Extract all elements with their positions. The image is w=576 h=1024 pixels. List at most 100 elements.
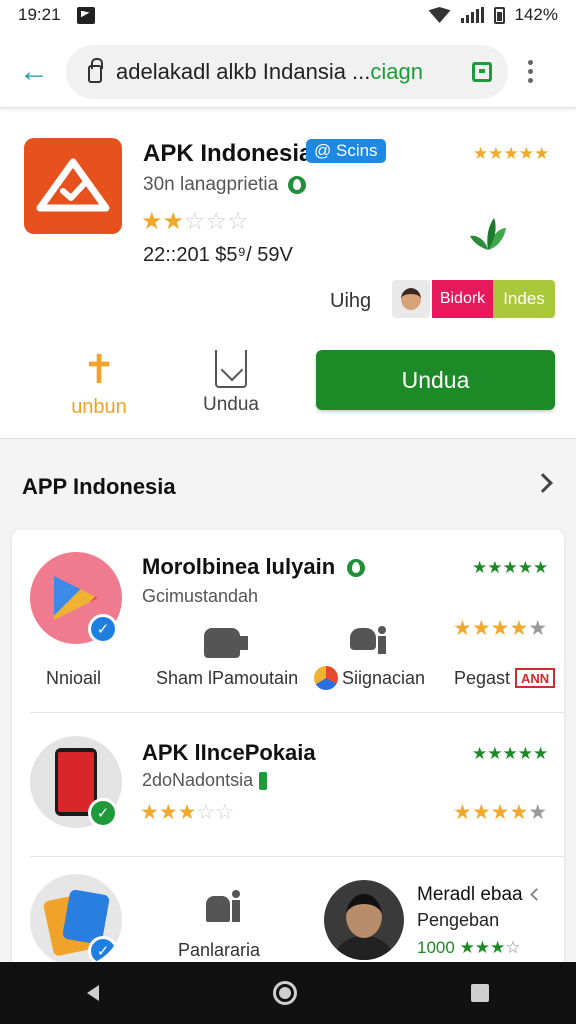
green-stars: ★★★★★ xyxy=(472,744,549,763)
row1-title-text: Morolbinea lulyain xyxy=(142,554,336,579)
wifi-icon xyxy=(428,7,451,23)
star-icon: ★ xyxy=(177,801,197,824)
list-item-title[interactable]: APK lIncePokaia xyxy=(142,740,316,766)
row2-rating-stars: ★★★☆☆ xyxy=(140,800,234,825)
row-divider xyxy=(30,712,564,713)
url-text: adelakadl alkb Indansia ...ciagn xyxy=(116,59,423,85)
list-item-subtitle: 2doNadontsia xyxy=(142,770,268,791)
plant-icon xyxy=(470,218,506,250)
nav-recents-icon[interactable] xyxy=(471,984,489,1002)
person-icon xyxy=(206,890,244,922)
cross-icon: ✝ xyxy=(82,348,116,392)
status-time: 19:21 xyxy=(18,5,61,24)
star-icon: ★ xyxy=(509,617,529,640)
uihg-label: Uihg xyxy=(330,290,372,312)
check-badge-icon: ✓ xyxy=(88,614,118,644)
star-icon: ★ xyxy=(509,801,529,824)
signal-icon xyxy=(460,7,484,23)
list-item-subtitle: Gcimustandah xyxy=(142,586,259,606)
nav-home-icon[interactable] xyxy=(273,981,297,1005)
tabs-icon[interactable] xyxy=(472,61,492,82)
star-icon: ★ xyxy=(528,617,548,640)
lock-icon xyxy=(88,57,103,83)
install-button[interactable]: Undua xyxy=(316,350,555,410)
star-icon: ☆ xyxy=(227,208,249,235)
app-rating-stars: ★★☆☆☆ xyxy=(141,207,249,236)
status-bar: 19:21 142% xyxy=(0,0,576,30)
verified-leaf-icon xyxy=(347,559,366,578)
avatar[interactable] xyxy=(392,280,430,318)
star-icon: ☆ xyxy=(205,208,228,235)
url-accent: ciagn xyxy=(370,58,423,84)
star-icon: ★ xyxy=(453,617,472,640)
back-arrow-icon[interactable]: ← xyxy=(14,52,54,92)
app-title: APK Indonesia xyxy=(143,140,313,167)
row3-label: Panlararia xyxy=(178,940,261,960)
star-icon: ★ xyxy=(453,801,472,824)
files-app-icon[interactable]: ✓ xyxy=(30,874,122,966)
download-icon xyxy=(215,350,247,388)
star-icon: ★ xyxy=(471,617,491,640)
android-badge: ANN xyxy=(515,668,556,688)
orange-stars: ★★★★★ xyxy=(453,800,547,825)
battery-level: 142% xyxy=(514,5,558,24)
row-divider xyxy=(30,856,564,857)
download-action-button[interactable]: Undua xyxy=(196,350,266,416)
tag-bidork[interactable]: Bidork xyxy=(432,280,493,318)
section-title: APP Indonesia xyxy=(22,474,176,499)
nav-back-icon[interactable] xyxy=(87,985,99,1001)
camera-icon xyxy=(204,628,248,658)
notification-flag-icon xyxy=(76,6,95,24)
row3-count-value: 1000 xyxy=(417,938,455,957)
star-icon: ★ xyxy=(162,208,185,235)
app-header: APK Indonesia @ Scins ★★★★★ 30n lanagpri… xyxy=(0,118,576,438)
top-rating-stars: ★★★★★ xyxy=(473,144,550,163)
app-subtitle: 30n lanagprietia xyxy=(143,174,307,196)
star-icon: ★ xyxy=(141,208,163,235)
app-subtitle-text: 30n lanagprietia xyxy=(143,174,279,195)
star-icon: ★ xyxy=(158,801,178,824)
play-store-icon[interactable]: ✓ xyxy=(30,552,122,644)
status-chip-icon xyxy=(259,772,268,791)
app-badge: @ Scins xyxy=(306,139,386,163)
star-icon: ★ xyxy=(471,801,491,824)
star-icon: ★ xyxy=(490,617,510,640)
star-icon: ☆ xyxy=(215,801,235,824)
chevron-left-icon[interactable] xyxy=(530,888,543,901)
phone-app-icon[interactable]: ✓ xyxy=(30,736,122,828)
row3-count: 1000 ★★★☆ xyxy=(417,938,521,957)
price-info: 22::201 $5⁹/ 59V xyxy=(143,244,293,266)
globe-icon xyxy=(314,666,338,690)
address-bar[interactable]: adelakadl alkb Indansia ...ciagn xyxy=(66,44,508,99)
row1-label-1: Nnioail xyxy=(46,668,102,688)
row3-subtitle: Pengeban xyxy=(417,910,500,930)
unbun-label: unbun xyxy=(71,396,127,418)
star-icon: ★ xyxy=(140,801,159,824)
star-icon: ★ xyxy=(528,801,548,824)
row1-label-4: Pegast xyxy=(454,668,511,688)
battery-icon xyxy=(493,6,505,24)
app-logo-icon xyxy=(24,138,122,234)
url-main: adelakadl alkb Indansia ... xyxy=(116,58,371,84)
row2-subtitle-text: 2doNadontsia xyxy=(142,770,254,790)
check-badge-icon: ✓ xyxy=(88,798,118,828)
star-icon: ☆ xyxy=(196,801,216,824)
app-list-card: ✓ Morolbinea lulyain Gcimustandah ★★★★★ … xyxy=(12,530,564,970)
unbun-button[interactable]: ✝ unbun xyxy=(64,350,134,419)
row3-name: Meradl ebaa xyxy=(417,884,523,905)
list-item-title[interactable]: Morolbinea lulyain xyxy=(142,554,366,580)
star-icon: ★ xyxy=(490,801,510,824)
people-icon xyxy=(350,624,388,656)
row1-label-3[interactable]: Siignacian xyxy=(342,668,425,689)
verified-leaf-icon xyxy=(288,176,307,194)
tag-indes[interactable]: Indes xyxy=(493,280,555,318)
user-portrait[interactable] xyxy=(324,880,404,960)
overflow-menu-icon[interactable] xyxy=(528,60,533,83)
browser-toolbar: ← adelakadl alkb Indansia ...ciagn xyxy=(0,36,576,108)
green-stars: ★★★★★ xyxy=(472,558,549,577)
orange-stars: ★★★★★ xyxy=(453,616,547,641)
star-icon: ☆ xyxy=(184,208,206,235)
system-nav-bar xyxy=(0,962,576,1024)
download-action-label: Undua xyxy=(203,394,259,415)
row1-label-2[interactable]: Sham lPamoutain xyxy=(156,668,298,689)
